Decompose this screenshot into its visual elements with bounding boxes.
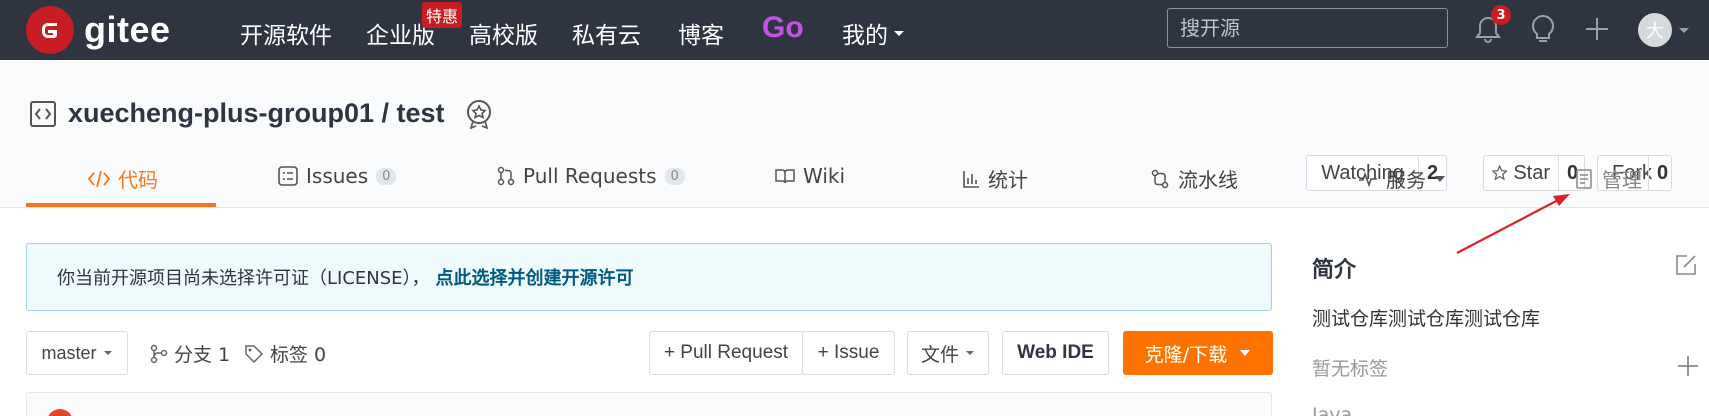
repo-code-icon xyxy=(30,100,56,127)
gitee-logo-icon xyxy=(26,6,74,54)
files-dropdown[interactable]: 文件 xyxy=(907,331,989,375)
commit-author-avatar[interactable] xyxy=(47,409,73,416)
active-tab-indicator xyxy=(26,203,216,207)
license-notice: 你当前开源项目尚未选择许可证（LICENSE）， 点此选择并创建开源许可 xyxy=(26,243,1272,311)
no-tags-text: 暂无标签 xyxy=(1312,358,1389,380)
tab-pull-requests-label: Pull Requests xyxy=(523,164,657,188)
recommend-badge-icon[interactable] xyxy=(465,99,493,129)
repo-name[interactable]: xuecheng-plus-group01 / test xyxy=(68,98,445,129)
nav-opensource[interactable]: 开源软件 xyxy=(240,16,332,50)
repo-tabs: 代码 Issues 0 Pull Requests 0 Wiki 统计 流水线 … xyxy=(0,150,1709,208)
new-issue-button[interactable]: + Issue xyxy=(802,331,895,375)
avatar[interactable]: 大 xyxy=(1638,13,1672,47)
tab-issues[interactable]: Issues 0 xyxy=(278,164,397,188)
tab-code-label: 代码 xyxy=(118,168,158,192)
plus-icon[interactable] xyxy=(1584,16,1610,42)
chevron-down-icon xyxy=(1435,175,1445,182)
tab-wiki[interactable]: Wiki xyxy=(775,164,845,188)
branches-label: 分支 1 xyxy=(174,344,231,366)
pipeline-icon xyxy=(1151,169,1169,188)
add-tag-icon[interactable] xyxy=(1677,355,1699,377)
repo-language: Java xyxy=(1312,404,1353,416)
tab-pipeline[interactable]: 流水线 xyxy=(1150,164,1238,193)
sidebar-title: 简介 xyxy=(1312,258,1357,283)
tab-pipeline-label: 流水线 xyxy=(1178,168,1238,192)
nav-go[interactable]: Go xyxy=(762,11,804,45)
top-navbar: gitee 开源软件 企业版 特惠 高校版 私有云 博客 Go 我的 搜开源 3… xyxy=(0,0,1709,60)
chevron-down-icon[interactable] xyxy=(1678,27,1690,35)
nav-private-cloud[interactable]: 私有云 xyxy=(572,16,641,50)
nav-mine-dropdown[interactable]: 我的 xyxy=(842,16,906,50)
lightbulb-icon[interactable] xyxy=(1529,13,1557,45)
chevron-down-icon xyxy=(1240,350,1251,356)
tab-pull-requests[interactable]: Pull Requests 0 xyxy=(497,164,685,188)
clone-download-label: 克隆/下载 xyxy=(1144,343,1228,366)
notification-count-badge: 3 xyxy=(1491,5,1511,25)
new-pull-request-button[interactable]: + Pull Request xyxy=(649,331,803,375)
tab-code[interactable]: 代码 xyxy=(88,164,158,193)
repo-title: xuecheng-plus-group01 / test xyxy=(30,98,493,129)
branch-icon xyxy=(150,344,168,363)
tags-link[interactable]: 标签 0 xyxy=(244,340,326,367)
license-notice-text: 你当前开源项目尚未选择许可证（LICENSE）， xyxy=(57,268,430,289)
latest-commit-bar xyxy=(26,392,1272,416)
files-label: 文件 xyxy=(920,343,959,366)
search-input[interactable]: 搜开源 xyxy=(1167,8,1448,48)
edit-icon[interactable] xyxy=(1675,254,1697,276)
create-license-link[interactable]: 点此选择并创建开源许可 xyxy=(436,264,634,290)
tag-icon xyxy=(245,344,264,363)
branches-link[interactable]: 分支 1 xyxy=(150,340,230,367)
web-ide-button[interactable]: Web IDE xyxy=(1002,331,1109,375)
branch-select[interactable]: master xyxy=(26,331,128,375)
tab-wiki-label: Wiki xyxy=(803,164,846,188)
pull-request-icon xyxy=(497,166,515,186)
tab-manage[interactable]: 管理 xyxy=(1576,164,1642,193)
bar-chart-icon xyxy=(963,170,979,188)
clone-download-button[interactable]: 克隆/下载 xyxy=(1123,331,1273,375)
tab-stats[interactable]: 统计 xyxy=(962,164,1028,193)
chevron-down-icon xyxy=(966,351,974,355)
chevron-down-icon xyxy=(894,31,904,36)
nav-mine-label: 我的 xyxy=(842,23,888,49)
book-icon xyxy=(775,169,795,184)
code-icon xyxy=(88,170,110,187)
pulse-icon xyxy=(1359,171,1377,187)
manage-icon xyxy=(1576,168,1592,189)
issues-count: 0 xyxy=(376,167,397,185)
nav-university[interactable]: 高校版 xyxy=(469,16,538,50)
tab-stats-label: 统计 xyxy=(988,168,1028,192)
pull-requests-count: 0 xyxy=(664,167,685,185)
tab-services[interactable]: 服务 xyxy=(1358,164,1446,193)
tags-label: 标签 0 xyxy=(270,344,327,366)
nav-blog[interactable]: 博客 xyxy=(678,16,724,50)
tab-services-label: 服务 xyxy=(1386,168,1426,192)
branch-select-label: master xyxy=(41,342,97,363)
tab-issues-label: Issues xyxy=(306,164,369,188)
repo-description: 测试仓库测试仓库测试仓库 xyxy=(1312,308,1541,330)
special-offer-badge: 特惠 xyxy=(422,2,463,28)
issues-icon xyxy=(278,166,298,186)
tab-manage-label: 管理 xyxy=(1602,168,1642,192)
chevron-down-icon xyxy=(103,351,112,355)
gitee-logo[interactable]: gitee xyxy=(26,6,171,54)
logo-text: gitee xyxy=(84,9,171,50)
